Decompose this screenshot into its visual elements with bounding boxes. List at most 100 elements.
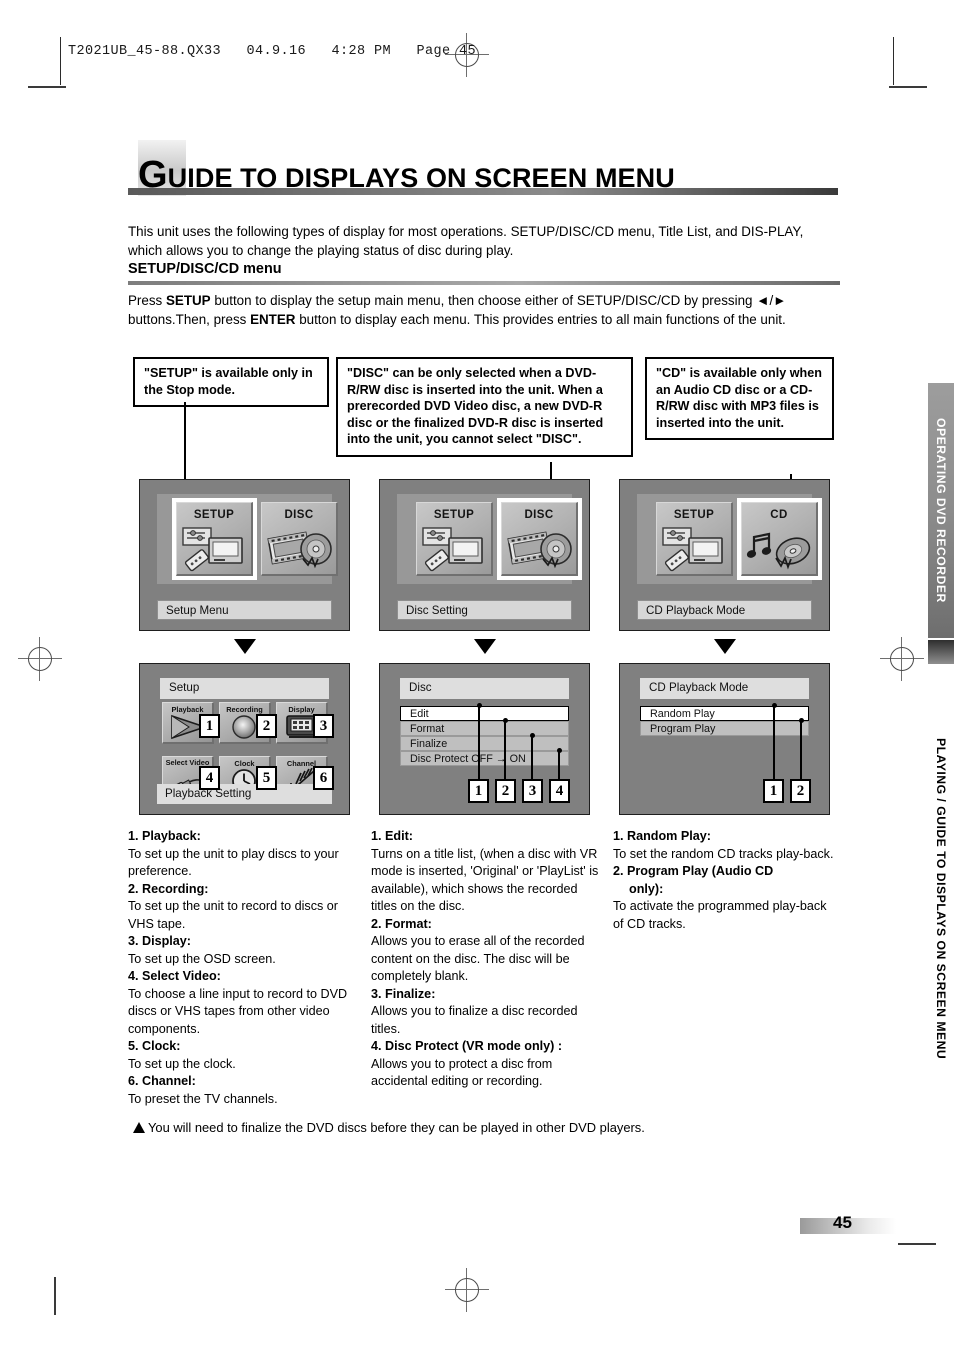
tile-disc[interactable]: DISC	[261, 502, 338, 576]
header-rule-right	[893, 37, 894, 85]
leader-line-cd-1	[773, 705, 775, 779]
flow-arrow-setup	[234, 639, 256, 654]
disc-menu-row-format[interactable]: Format	[400, 721, 569, 736]
trim-mark-right-top	[889, 86, 927, 88]
setup-monitor-remote-icon	[182, 527, 243, 572]
tile-setup[interactable]: SETUP	[656, 502, 733, 576]
desc-term-cont: only):	[629, 881, 664, 896]
submenu-title-setup: Setup	[160, 678, 329, 699]
callout-number-disc-1: 1	[468, 779, 489, 803]
setup-monitor-remote-icon	[422, 527, 483, 572]
setup-item-recording-label: Recording	[226, 705, 263, 714]
desc-term: 4. Select Video:	[128, 969, 221, 983]
disc-menu-row-finalize[interactable]: Finalize	[400, 736, 569, 751]
callout-number-disc-3: 3	[522, 779, 543, 803]
trim-mark-left-top	[28, 86, 66, 88]
registration-mark-right	[880, 637, 924, 681]
desc-term: 1. Edit:	[371, 829, 413, 843]
desc-term: 2. Program Play (Audio CD	[613, 864, 774, 878]
callout-number-5: 5	[256, 766, 277, 790]
film-strip-disc-icon	[507, 531, 572, 569]
desc-body: Allows you to protect a disc from accide…	[371, 1056, 553, 1089]
description-column-setup: 1. Playback: To set up the unit to play …	[128, 828, 358, 1108]
press-bold-setup: SETUP	[165, 293, 211, 308]
callout-disc: "DISC" can be only selected when a DVD-R…	[336, 357, 633, 457]
callout-number-disc-2: 2	[495, 779, 516, 803]
page-number: 45	[833, 1213, 852, 1232]
desc-term: 2. Recording:	[128, 881, 209, 896]
desc-body: To set up the unit to play discs to your…	[128, 846, 339, 879]
callout-number-disc-4: 4	[549, 779, 570, 803]
finalize-note-text: You will need to finalize the DVD discs …	[148, 1120, 645, 1135]
callout-number-4: 4	[199, 766, 220, 790]
tile-disc-label: DISC	[284, 509, 314, 521]
side-tab-playing-guide: PLAYING / GUIDE TO DISPLAYS ON SCREEN ME…	[928, 664, 954, 1134]
tile-setup-label: SETUP	[673, 509, 715, 521]
cd-menu-row-random-play[interactable]: Random Play	[640, 706, 809, 721]
desc-body: Allows you to finalize a disc recorded t…	[371, 1004, 578, 1036]
press-text-1: Press	[128, 293, 166, 308]
tile-cd-label: CD	[770, 509, 788, 521]
leader-line-disc-4	[558, 750, 560, 779]
tile-setup-label: SETUP	[433, 509, 475, 521]
tile-disc[interactable]: DISC	[497, 498, 582, 580]
description-column-cd: 1. Random Play: To set the random CD tra…	[613, 828, 839, 933]
side-tab-top-label: OPERATING DVD RECORDER	[934, 418, 948, 603]
film-strip-disc-icon	[267, 531, 332, 569]
trim-mark-left-bottom	[54, 1277, 56, 1315]
callout-number-6: 6	[313, 766, 334, 790]
tile-setup[interactable]: SETUP	[172, 498, 257, 580]
desc-body: To set the random CD tracks play-back.	[613, 846, 834, 861]
callout-number-cd-1: 1	[763, 779, 784, 803]
desc-term: 3. Finalize:	[371, 986, 436, 1001]
flow-arrow-cd	[714, 639, 736, 654]
screen-caption-playback-setting: Playback Setting	[157, 784, 332, 804]
desc-term: 2. Format:	[371, 916, 432, 931]
disc-menu-row-edit[interactable]: Edit	[400, 706, 569, 721]
desc-term: 3. Display:	[128, 934, 191, 948]
description-column-disc: 1. Edit: Turns on a title list, (when a …	[371, 828, 603, 1091]
callout-number-cd-2: 2	[790, 779, 811, 803]
desc-body: To set up the unit to record to discs or…	[128, 899, 339, 931]
tile-cd[interactable]: CD	[737, 498, 822, 580]
desc-term: 1. Playback:	[128, 829, 201, 843]
side-tab-operating-dvd-recorder: OPERATING DVD RECORDER	[928, 383, 954, 638]
setup-item-display-label: Display	[288, 705, 315, 714]
desc-body: To choose a line input to record to DVD …	[128, 986, 348, 1036]
press-text-3: button to display each menu. This provid…	[295, 312, 786, 327]
disc-menu-row-disc-protect[interactable]: Disc Protect OFF → ON	[400, 751, 569, 766]
side-tab-bottom-label: PLAYING / GUIDE TO DISPLAYS ON SCREEN ME…	[934, 738, 948, 1060]
warning-triangle-icon	[133, 1122, 145, 1133]
setup-item-playback-label: Playback	[171, 705, 204, 714]
desc-term: 4. Disc Protect (VR mode only) :	[371, 1039, 563, 1053]
submenu-title-cd: CD Playback Mode	[640, 678, 809, 699]
section-paragraph: Press SETUP button to display the setup …	[128, 291, 842, 329]
desc-body: To set up the clock.	[128, 1056, 236, 1071]
tile-setup-label: SETUP	[193, 509, 235, 521]
section-heading: SETUP/DISC/CD menu	[128, 261, 282, 277]
screen-disc-setting: SETUP DISC Disc Setting	[379, 479, 590, 631]
desc-body: To set up the OSD screen.	[128, 951, 276, 966]
intro-paragraph: This unit uses the following types of di…	[128, 224, 804, 258]
tile-setup[interactable]: SETUP	[416, 502, 493, 576]
trim-mark-right-bottom	[898, 1243, 936, 1245]
registration-mark-left	[18, 637, 62, 681]
setup-monitor-remote-icon	[662, 527, 723, 572]
screen-caption-disc: Disc Setting	[397, 600, 572, 620]
registration-mark-bottom	[445, 1268, 489, 1312]
side-tab-divider	[928, 640, 954, 664]
screen-setup-menu: SETUP DISC Setup Menu	[139, 479, 350, 631]
press-bold-enter: ENTER	[250, 312, 296, 327]
desc-body: To preset the TV channels.	[128, 1091, 278, 1106]
finalize-note: You will need to finalize the DVD discs …	[133, 1119, 833, 1136]
section-heading-rule	[128, 281, 840, 285]
desc-term: 1. Random Play:	[613, 829, 711, 843]
callout-cd: "CD" is available only when an Audio CD …	[645, 357, 834, 440]
desc-body: Allows you to erase all of the recorded …	[371, 934, 585, 983]
screen-caption-cd: CD Playback Mode	[637, 600, 812, 620]
callout-setup: "SETUP" is available only in the Stop mo…	[133, 357, 329, 407]
desc-term: 6. Channel:	[128, 1074, 196, 1088]
cd-menu-row-program-play[interactable]: Program Play	[640, 721, 809, 736]
desc-body: To activate the programmed play-back of …	[613, 899, 827, 931]
page-title-block: GUIDE TO DISPLAYS ON SCREEN MENU	[128, 140, 838, 196]
